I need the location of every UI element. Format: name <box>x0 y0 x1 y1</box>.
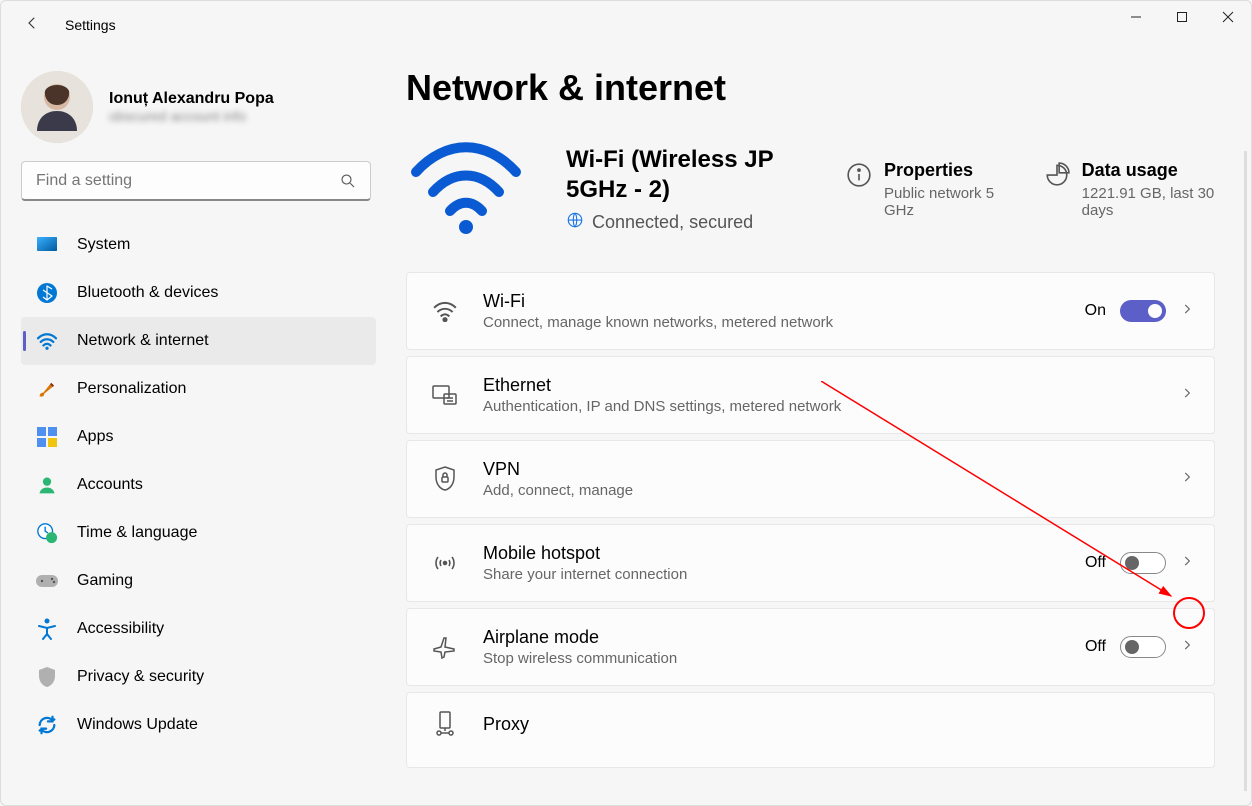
shield-icon <box>35 665 59 689</box>
sidebar-item-label: Network & internet <box>77 332 209 350</box>
sidebar-item-label: Apps <box>77 428 113 446</box>
app-title: Settings <box>65 17 116 33</box>
properties-title: Properties <box>884 160 1004 181</box>
avatar <box>21 71 93 143</box>
sidebar-item-label: Privacy & security <box>77 668 204 686</box>
card-title: Ethernet <box>483 375 841 396</box>
shield-lock-icon <box>431 466 459 492</box>
toggle-state-label: Off <box>1085 554 1106 572</box>
sidebar-item-system[interactable]: System <box>21 221 376 269</box>
sidebar-item-accessibility[interactable]: Accessibility <box>21 605 376 653</box>
card-title: Mobile hotspot <box>483 543 687 564</box>
sidebar-item-label: Gaming <box>77 572 133 590</box>
chevron-right-icon <box>1180 638 1194 657</box>
sidebar-item-label: Windows Update <box>77 716 198 734</box>
close-button[interactable] <box>1205 1 1251 33</box>
card-wifi[interactable]: Wi-Fi Connect, manage known networks, me… <box>406 272 1215 350</box>
ethernet-icon <box>431 384 459 406</box>
card-proxy[interactable]: Proxy <box>406 692 1215 768</box>
card-vpn[interactable]: VPN Add, connect, manage <box>406 440 1215 518</box>
wifi-toggle[interactable] <box>1120 300 1166 322</box>
chart-icon <box>1044 162 1070 193</box>
search-input[interactable] <box>21 161 371 201</box>
minimize-button[interactable] <box>1113 1 1159 33</box>
properties-link[interactable]: Properties Public network 5 GHz <box>846 160 1004 219</box>
hotspot-toggle[interactable] <box>1120 552 1166 574</box>
card-subtitle: Share your internet connection <box>483 566 687 583</box>
data-usage-sub: 1221.91 GB, last 30 days <box>1082 185 1215 219</box>
card-title: VPN <box>483 459 633 480</box>
sidebar-item-bluetooth[interactable]: Bluetooth & devices <box>21 269 376 317</box>
chevron-right-icon <box>1180 386 1194 405</box>
paintbrush-icon <box>35 377 59 401</box>
card-mobile-hotspot[interactable]: Mobile hotspot Share your internet conne… <box>406 524 1215 602</box>
maximize-button[interactable] <box>1159 1 1205 33</box>
card-subtitle: Stop wireless communication <box>483 650 677 667</box>
wifi-status-icon <box>406 137 526 242</box>
globe-icon <box>566 211 584 234</box>
card-subtitle: Connect, manage known networks, metered … <box>483 314 833 331</box>
sidebar-item-label: Personalization <box>77 380 186 398</box>
sidebar-item-update[interactable]: Windows Update <box>21 701 376 749</box>
toggle-state-label: On <box>1085 302 1106 320</box>
person-icon <box>35 473 59 497</box>
sidebar-item-label: Time & language <box>77 524 197 542</box>
card-subtitle: Authentication, IP and DNS settings, met… <box>483 398 841 415</box>
data-usage-link[interactable]: Data usage 1221.91 GB, last 30 days <box>1044 160 1215 219</box>
sidebar-item-network[interactable]: Network & internet <box>21 317 376 365</box>
user-email: obscured account info <box>109 108 274 124</box>
wifi-icon <box>35 329 59 353</box>
card-airplane-mode[interactable]: Airplane mode Stop wireless communicatio… <box>406 608 1215 686</box>
info-icon <box>846 162 872 193</box>
bluetooth-icon <box>35 281 59 305</box>
search-icon <box>339 172 357 195</box>
gamepad-icon <box>35 569 59 593</box>
sidebar-item-label: Accessibility <box>77 620 164 638</box>
sidebar-item-gaming[interactable]: Gaming <box>21 557 376 605</box>
hotspot-icon <box>431 552 459 574</box>
card-title: Airplane mode <box>483 627 677 648</box>
user-name: Ionuț Alexandru Popa <box>109 90 274 108</box>
sidebar-item-accounts[interactable]: Accounts <box>21 461 376 509</box>
chevron-right-icon <box>1180 470 1194 489</box>
airplane-icon <box>431 635 459 659</box>
user-account-row[interactable]: Ionuț Alexandru Popa obscured account in… <box>21 71 376 143</box>
apps-icon <box>35 425 59 449</box>
chevron-right-icon <box>1180 302 1194 321</box>
sidebar-item-privacy[interactable]: Privacy & security <box>21 653 376 701</box>
page-title: Network & internet <box>406 67 1215 109</box>
card-ethernet[interactable]: Ethernet Authentication, IP and DNS sett… <box>406 356 1215 434</box>
scrollbar[interactable] <box>1244 151 1247 791</box>
sidebar-item-label: Bluetooth & devices <box>77 284 218 302</box>
connection-state: Connected, secured <box>592 212 753 233</box>
proxy-icon <box>431 711 459 737</box>
clock-globe-icon <box>35 521 59 545</box>
back-button[interactable] <box>23 14 47 37</box>
airplane-toggle[interactable] <box>1120 636 1166 658</box>
wifi-icon <box>431 300 459 322</box>
properties-sub: Public network 5 GHz <box>884 185 1004 219</box>
sidebar-item-time[interactable]: Time & language <box>21 509 376 557</box>
update-icon <box>35 713 59 737</box>
sidebar-item-apps[interactable]: Apps <box>21 413 376 461</box>
display-icon <box>35 233 59 257</box>
card-title: Proxy <box>483 714 529 735</box>
sidebar-item-label: Accounts <box>77 476 143 494</box>
toggle-state-label: Off <box>1085 638 1106 656</box>
chevron-right-icon <box>1180 554 1194 573</box>
card-subtitle: Add, connect, manage <box>483 482 633 499</box>
sidebar-item-label: System <box>77 236 130 254</box>
accessibility-icon <box>35 617 59 641</box>
card-title: Wi-Fi <box>483 291 833 312</box>
connection-name: Wi-Fi (Wireless JP 5GHz - 2) <box>566 145 806 205</box>
data-usage-title: Data usage <box>1082 160 1215 181</box>
sidebar-item-personalization[interactable]: Personalization <box>21 365 376 413</box>
